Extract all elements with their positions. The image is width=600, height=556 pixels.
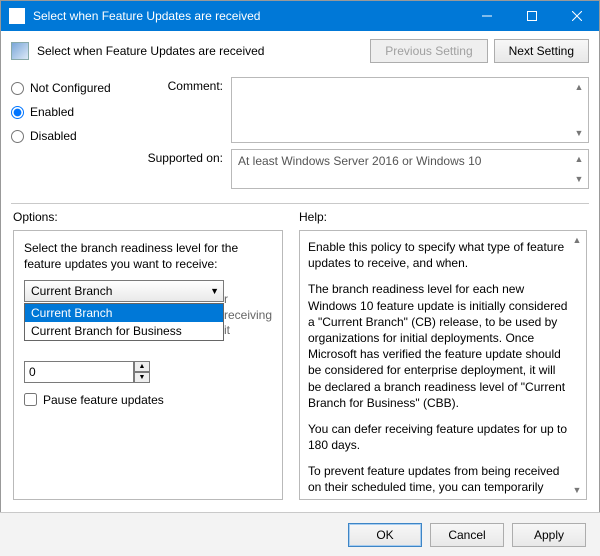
scroll-up-icon[interactable]: ▲ — [572, 152, 586, 166]
options-panel: Select the branch readiness level for th… — [13, 230, 283, 500]
scroll-up-icon[interactable]: ▲ — [572, 80, 586, 94]
maximize-button[interactable] — [509, 1, 554, 31]
defer-days-input[interactable] — [24, 361, 134, 383]
title-bar: Select when Feature Updates are received — [1, 1, 599, 31]
help-paragraph: Enable this policy to specify what type … — [308, 239, 568, 271]
chevron-down-icon: ▼ — [210, 286, 219, 296]
help-heading: Help: — [299, 210, 587, 224]
supported-on-text: At least Windows Server 2016 or Windows … — [238, 154, 481, 168]
policy-icon — [11, 42, 29, 60]
spinner-up-button[interactable]: ▲ — [134, 361, 150, 372]
apply-button[interactable]: Apply — [512, 523, 586, 547]
dialog-footer: OK Cancel Apply — [0, 512, 600, 556]
radio-enabled[interactable]: Enabled — [11, 105, 141, 119]
combo-item-current-branch-business[interactable]: Current Branch for Business — [25, 322, 223, 340]
radio-disabled-label: Disabled — [30, 129, 77, 143]
help-paragraph: The branch readiness level for each new … — [308, 281, 568, 411]
pause-checkbox-label: Pause feature updates — [43, 393, 164, 407]
pause-checkbox-input[interactable] — [24, 393, 37, 406]
options-heading: Options: — [13, 210, 283, 224]
comment-label: Comment: — [141, 77, 231, 143]
next-setting-button[interactable]: Next Setting — [494, 39, 589, 63]
comment-textbox[interactable]: ▲ ▼ — [231, 77, 589, 143]
app-icon — [9, 8, 25, 24]
defer-days-spinner[interactable]: ▲ ▼ — [24, 361, 272, 383]
radio-not-configured[interactable]: Not Configured — [11, 81, 141, 95]
help-paragraph: You can defer receiving feature updates … — [308, 421, 568, 453]
help-panel: Enable this policy to specify what type … — [299, 230, 587, 500]
defer-text-fragment: r receiving it — [224, 292, 272, 339]
policy-title: Select when Feature Updates are received — [37, 44, 370, 58]
scroll-down-icon[interactable]: ▼ — [572, 126, 586, 140]
radio-not-configured-input[interactable] — [11, 82, 24, 95]
supported-on-label: Supported on: — [141, 149, 231, 189]
scroll-down-icon[interactable]: ▼ — [570, 483, 584, 497]
supported-on-box: At least Windows Server 2016 or Windows … — [231, 149, 589, 189]
branch-readiness-dropdown-list: Current Branch Current Branch for Busine… — [24, 303, 224, 341]
branch-readiness-combo[interactable]: Current Branch ▼ — [24, 280, 224, 302]
cancel-button[interactable]: Cancel — [430, 523, 504, 547]
combo-selected-value: Current Branch — [31, 284, 112, 298]
close-button[interactable] — [554, 1, 599, 31]
help-paragraph: To prevent feature updates from being re… — [308, 463, 568, 500]
window-title: Select when Feature Updates are received — [33, 9, 464, 23]
previous-setting-button[interactable]: Previous Setting — [370, 39, 487, 63]
scroll-up-icon[interactable]: ▲ — [570, 233, 584, 247]
spinner-down-button[interactable]: ▼ — [134, 372, 150, 383]
radio-enabled-label: Enabled — [30, 105, 74, 119]
pause-feature-updates-checkbox[interactable]: Pause feature updates — [24, 393, 272, 407]
scroll-down-icon[interactable]: ▼ — [572, 172, 586, 186]
branch-intro-text: Select the branch readiness level for th… — [24, 241, 272, 272]
state-radio-group: Not Configured Enabled Disabled — [11, 77, 141, 195]
ok-button[interactable]: OK — [348, 523, 422, 547]
radio-not-configured-label: Not Configured — [30, 81, 111, 95]
radio-disabled-input[interactable] — [11, 130, 24, 143]
combo-item-current-branch[interactable]: Current Branch — [25, 304, 223, 322]
radio-enabled-input[interactable] — [11, 106, 24, 119]
radio-disabled[interactable]: Disabled — [11, 129, 141, 143]
divider — [11, 203, 589, 204]
minimize-button[interactable] — [464, 1, 509, 31]
